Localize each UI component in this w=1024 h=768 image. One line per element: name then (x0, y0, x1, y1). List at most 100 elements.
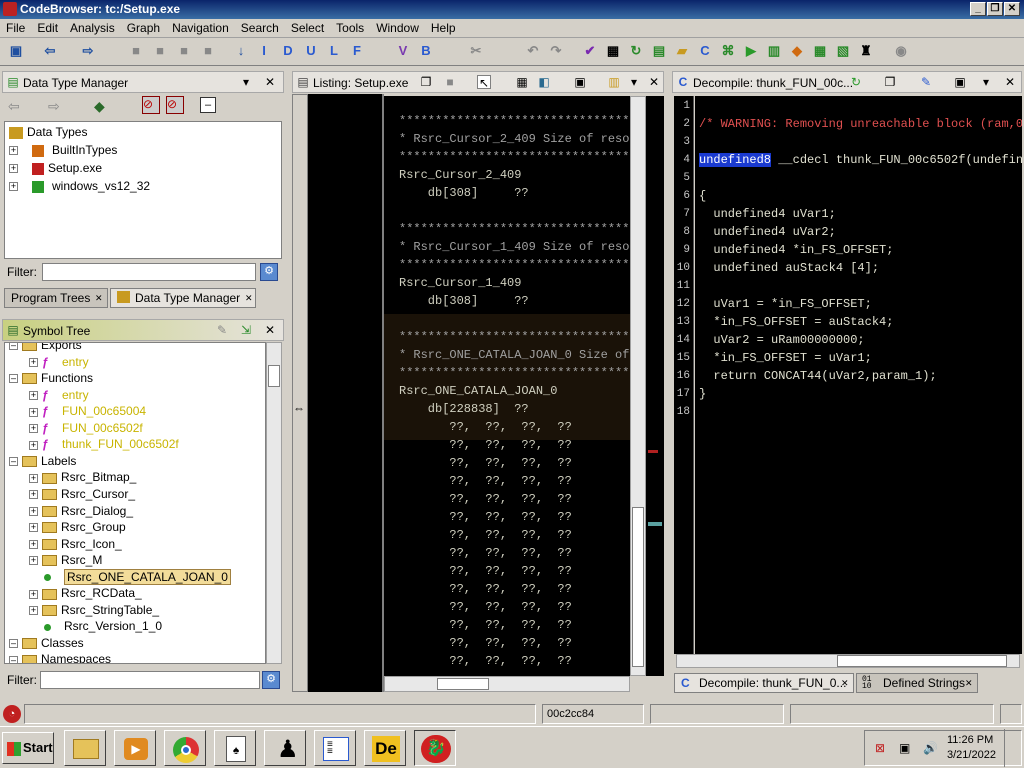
scrollbar-thumb[interactable] (837, 655, 1007, 667)
menu-file[interactable]: File (0, 19, 31, 35)
symtree-row[interactable]: + Rsrc_Group (29, 519, 126, 535)
folder-icon[interactable]: ▰ (674, 43, 690, 59)
listing-hscroll[interactable] (384, 676, 630, 692)
nav-icon[interactable]: ■ (176, 43, 192, 59)
menu-graph[interactable]: Graph (121, 19, 166, 35)
dtm-filter-input[interactable] (42, 263, 256, 281)
taskbar-de[interactable]: De (364, 730, 406, 766)
image-icon[interactable]: ▧ (835, 43, 851, 59)
memory-icon[interactable]: ▥ (766, 43, 782, 59)
expand-icon[interactable]: + (29, 390, 38, 400)
symtree-row[interactable]: Rsrc_ONE_CATALA_JOAN_0 (29, 568, 231, 585)
nav-bookmark-icon[interactable]: B (418, 43, 434, 59)
symtree-row[interactable]: + Rsrc_Icon_ (29, 536, 122, 552)
nav-undefined-icon[interactable]: U (303, 43, 319, 59)
chess-icon[interactable]: ♜ (858, 43, 874, 59)
nav-function-icon[interactable]: F (349, 43, 365, 59)
expand-icon[interactable]: + (29, 506, 38, 516)
nav-value-icon[interactable]: V (395, 43, 411, 59)
tab-decompile[interactable]: C Decompile: thunk_FUN_0... ✕ (674, 673, 854, 693)
nav-icon[interactable]: ■ (128, 43, 144, 59)
selected-token[interactable]: undefined8 (699, 153, 772, 167)
close-icon[interactable]: ✕ (647, 75, 661, 89)
export-icon[interactable]: ✎ (919, 75, 933, 89)
expand-icon[interactable]: + (29, 473, 38, 483)
decompile-view[interactable]: /* WARNING: Removing unreachable block (… (695, 96, 1022, 654)
symtree-row[interactable]: – Functions (9, 370, 93, 386)
nav-data-icon[interactable]: D (280, 43, 296, 59)
taskbar-chrome[interactable] (164, 730, 206, 766)
decompile-icon[interactable]: C (697, 43, 713, 59)
tab-data-type-manager[interactable]: Data Type Manager ✕ (110, 288, 256, 308)
chevron-down-icon[interactable]: ▾ (979, 75, 993, 89)
undo-icon[interactable]: ↶ (525, 43, 541, 59)
decompile-hscroll[interactable] (676, 654, 1020, 668)
close-icon[interactable]: ✕ (263, 75, 277, 89)
dtm-item[interactable]: + Setup.exe (9, 160, 102, 176)
down-arrow-icon[interactable]: ↓ (233, 43, 249, 59)
clock-time[interactable]: 11:26 PM (947, 734, 993, 746)
copy-icon[interactable]: ❐ (883, 75, 897, 89)
expand-icon[interactable]: + (29, 589, 38, 599)
layout-icon[interactable]: ▥ (607, 75, 621, 89)
symtree-row[interactable]: + Rsrc_RCData_ (29, 585, 142, 601)
expand-icon[interactable]: – (9, 374, 18, 384)
redo-icon[interactable]: ↷ (548, 43, 564, 59)
expand-icon[interactable]: – (9, 343, 18, 351)
expand-icon[interactable]: + (29, 440, 38, 450)
scrollbar-thumb[interactable] (632, 507, 644, 667)
expand-icon[interactable]: – (9, 639, 18, 649)
close-icon[interactable]: ✕ (965, 674, 973, 692)
copy-icon[interactable]: ❐ (419, 75, 433, 89)
symtree-row[interactable]: + Rsrc_StringTable_ (29, 602, 159, 618)
cursor-icon[interactable]: ↖ (477, 75, 491, 90)
menu-window[interactable]: Window (370, 19, 425, 35)
minimize-button[interactable]: _ (970, 2, 986, 16)
menu-select[interactable]: Select (285, 19, 330, 35)
back-icon[interactable]: ⇦ (42, 43, 58, 59)
taskbar-explorer[interactable] (64, 730, 106, 766)
tool-icon[interactable]: ◆ (789, 43, 805, 59)
symtree-row[interactable]: + ƒ entry (29, 387, 89, 403)
symtree-row[interactable]: + ƒ FUN_00c65004 (29, 403, 146, 419)
nav-icon[interactable]: ■ (200, 43, 216, 59)
expand-icon[interactable]: + (29, 539, 38, 549)
nav-label-icon[interactable]: L (326, 43, 342, 59)
forward-icon[interactable]: ⇨ (80, 43, 96, 59)
symtree-row[interactable]: + Rsrc_M (29, 552, 102, 568)
filter-options-icon[interactable]: ⚙ (262, 671, 280, 689)
expand-icon[interactable]: + (29, 424, 38, 434)
snapshot-icon[interactable]: ▣ (953, 75, 967, 89)
nav-instruction-icon[interactable]: I (256, 43, 272, 59)
console-icon[interactable]: ◔ (3, 705, 21, 723)
monitor-icon[interactable]: ▣ (899, 741, 910, 755)
taskbar-notes[interactable]: ≡ ≡ (314, 730, 356, 766)
tool-icon[interactable]: ✂ (468, 43, 484, 59)
symtree-row[interactable]: + Rsrc_Dialog_ (29, 503, 133, 519)
chevron-down-icon[interactable]: ▾ (239, 75, 253, 89)
graph-icon[interactable]: ⌘ (720, 43, 736, 59)
back-icon[interactable]: ⇦ (8, 98, 20, 115)
close-icon[interactable]: ✕ (245, 289, 253, 307)
maximize-button[interactable]: ❐ (987, 2, 1003, 16)
symtree-row[interactable]: – Namespaces (9, 651, 111, 663)
expand-icon[interactable]: – (9, 655, 18, 663)
symtree-row[interactable]: + ƒ entry (29, 354, 89, 370)
symtree-filter-input[interactable] (40, 671, 260, 689)
menu-tools[interactable]: Tools (330, 19, 370, 35)
diff-icon[interactable]: ◧ (537, 75, 551, 89)
symtree-row[interactable]: + Rsrc_Bitmap_ (29, 469, 136, 485)
scrollbar-thumb[interactable] (268, 365, 280, 387)
clock-date[interactable]: 3/21/2022 (947, 749, 996, 761)
show-desktop-button[interactable] (1004, 729, 1022, 767)
listing-view[interactable]: ****************************************… (384, 96, 630, 676)
run-icon[interactable]: ▶ (743, 43, 759, 59)
paste-icon[interactable]: ■ (443, 75, 457, 89)
navigate-icon[interactable]: ⇲ (239, 323, 253, 337)
scrollbar-thumb[interactable] (437, 678, 489, 690)
dtm-item[interactable]: + BuiltInTypes (9, 142, 117, 158)
taskbar-media[interactable]: ▶ (114, 730, 156, 766)
listing-vscroll[interactable] (630, 96, 646, 676)
symtree-row[interactable]: + ƒ FUN_00c6502f (29, 420, 143, 436)
symtree-row[interactable]: + ƒ thunk_FUN_00c6502f (29, 436, 179, 452)
